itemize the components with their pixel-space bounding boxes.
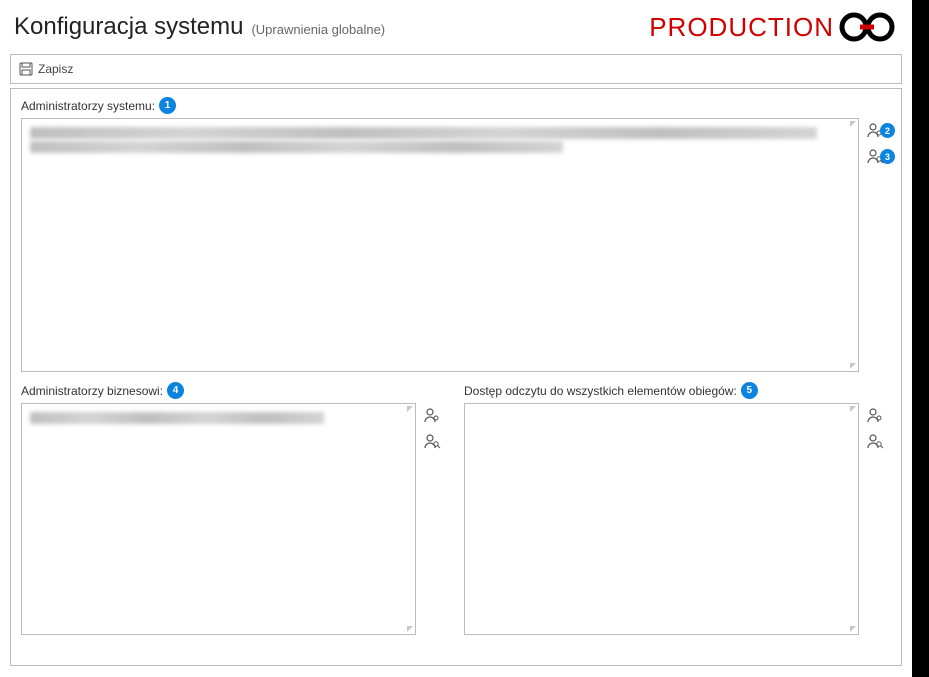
bizadmins-listbox[interactable] [21, 403, 416, 635]
section-sysadmins-header: Administratorzy systemu: 1 [21, 97, 891, 114]
resize-handle-icon [850, 363, 856, 369]
resize-handle-icon [407, 626, 413, 632]
search-user-button[interactable]: 3 [865, 146, 885, 166]
header-left: Konfiguracja systemu (Uprawnienia global… [14, 13, 385, 41]
resize-handle-icon [850, 626, 856, 632]
section-readall: Dostęp odczytu do wszystkich elementów o… [464, 382, 891, 635]
help-badge-readall[interactable]: 5 [741, 382, 758, 399]
user-search-icon [423, 432, 441, 450]
section-bizadmins-header: Administratorzy biznesowi: 4 [21, 382, 448, 399]
page-subtitle: (Uprawnienia globalne) [251, 22, 385, 37]
search-user-button[interactable] [422, 431, 442, 451]
header-right: PRODUCTION [649, 9, 898, 45]
save-button-label: Zapisz [38, 62, 73, 76]
resize-handle-icon [850, 406, 856, 412]
user-add-icon [866, 406, 884, 424]
bottom-row: Administratorzy biznesowi: 4 [21, 382, 891, 635]
resize-handle-icon [407, 406, 413, 412]
help-badge-search[interactable]: 3 [880, 149, 895, 164]
section-readall-header: Dostęp odczytu do wszystkich elementów o… [464, 382, 891, 399]
resize-handle-icon [850, 121, 856, 127]
page-title: Konfiguracja systemu [14, 13, 243, 41]
user-add-icon [423, 406, 441, 424]
search-user-button[interactable] [865, 431, 885, 451]
section-bizadmins: Administratorzy biznesowi: 4 [21, 382, 448, 635]
environment-label: PRODUCTION [649, 12, 834, 43]
toolbar: Zapisz [10, 54, 902, 84]
help-badge-sysadmins[interactable]: 1 [159, 97, 176, 114]
header: Konfiguracja systemu (Uprawnienia global… [0, 0, 912, 50]
section-bizadmins-label: Administratorzy biznesowi: [21, 384, 163, 398]
add-user-button[interactable] [422, 405, 442, 425]
content-panel: Administratorzy systemu: 1 [10, 88, 902, 666]
readall-side-icons [865, 403, 891, 635]
sysadmins-side-icons: 2 3 [865, 118, 891, 372]
section-sysadmins: Administratorzy systemu: 1 [21, 97, 891, 372]
user-search-icon [866, 432, 884, 450]
section-readall-label: Dostęp odczytu do wszystkich elementów o… [464, 384, 737, 398]
section-sysadmins-label: Administratorzy systemu: [21, 99, 155, 113]
readall-listbox[interactable] [464, 403, 859, 635]
bizadmins-side-icons [422, 403, 448, 635]
add-user-button[interactable] [865, 405, 885, 425]
sysadmins-listbox[interactable] [21, 118, 859, 372]
help-badge-bizadmins[interactable]: 4 [167, 382, 184, 399]
help-badge-add[interactable]: 2 [880, 123, 895, 138]
right-margin-bar [912, 0, 929, 677]
save-button[interactable]: Zapisz [19, 62, 73, 76]
save-icon [19, 62, 33, 76]
logo-icon [838, 9, 898, 45]
add-user-button[interactable]: 2 [865, 120, 885, 140]
